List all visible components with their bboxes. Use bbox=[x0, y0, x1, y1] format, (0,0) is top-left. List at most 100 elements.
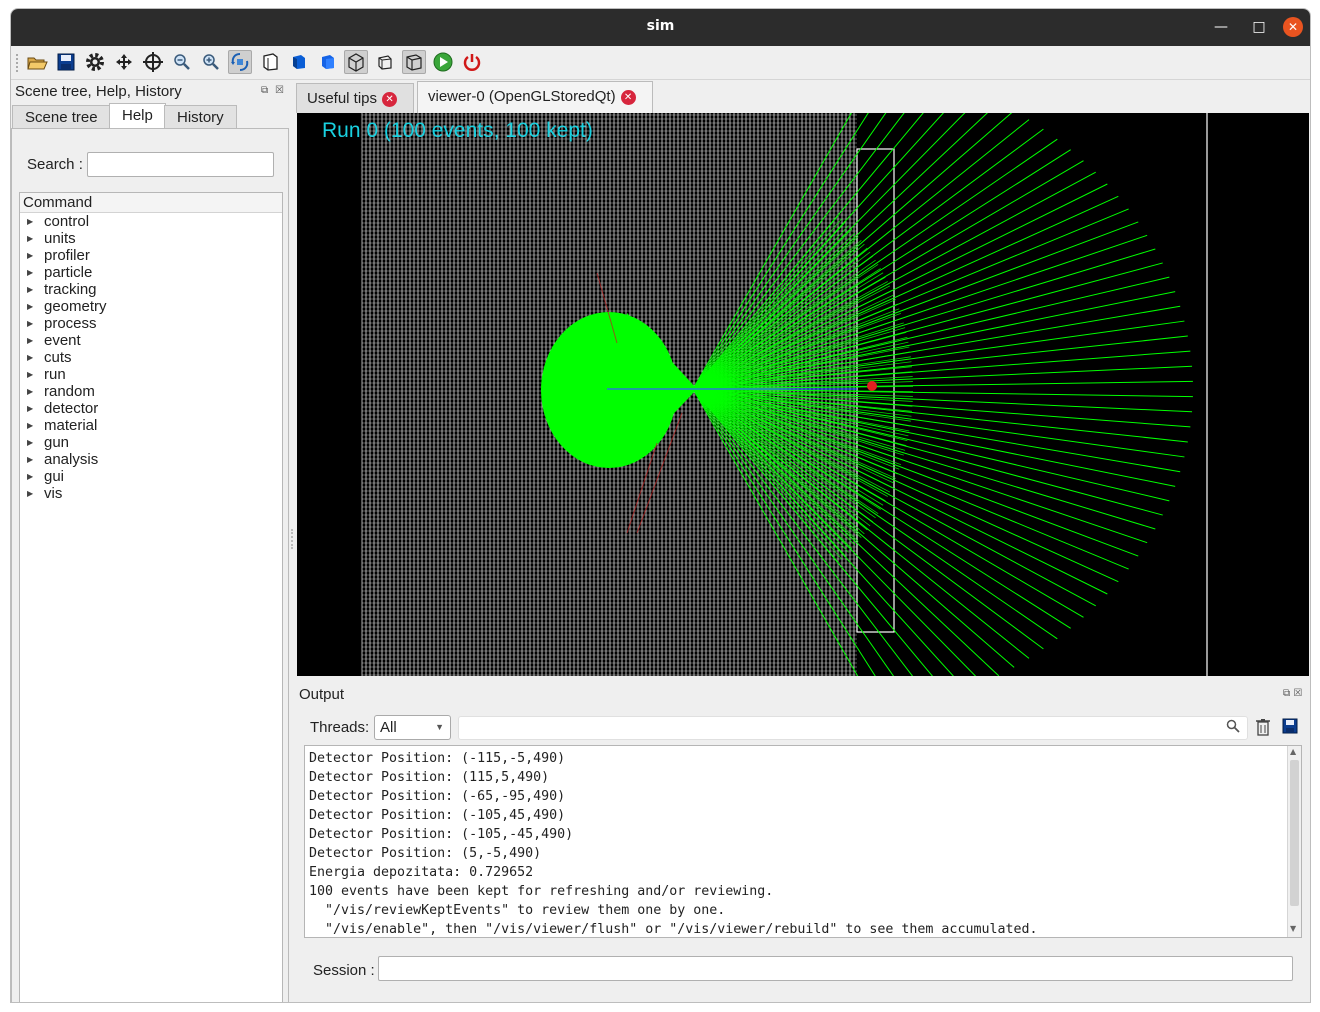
particle-track bbox=[692, 388, 1058, 640]
tree-item-label: geometry bbox=[44, 298, 107, 315]
scroll-thumb[interactable] bbox=[1290, 760, 1299, 906]
expand-arrow-icon[interactable]: ▶ bbox=[27, 400, 33, 417]
open-icon[interactable] bbox=[25, 50, 49, 74]
run-icon[interactable] bbox=[431, 50, 455, 74]
command-tree-header[interactable]: Command bbox=[20, 193, 282, 213]
tree-item-material[interactable]: ▶ material bbox=[20, 417, 282, 434]
maximize-button[interactable]: □ bbox=[1249, 17, 1269, 37]
session-input[interactable] bbox=[378, 956, 1293, 981]
expand-arrow-icon[interactable]: ▶ bbox=[27, 315, 33, 332]
move-icon[interactable] bbox=[112, 50, 136, 74]
tree-item-label: particle bbox=[44, 264, 93, 281]
tab-scene-tree[interactable]: Scene tree bbox=[12, 105, 111, 129]
save-output-icon[interactable] bbox=[1282, 718, 1298, 738]
expand-arrow-icon[interactable]: ▶ bbox=[27, 468, 33, 485]
save-icon[interactable] bbox=[54, 50, 78, 74]
tree-item-geometry[interactable]: ▶ geometry bbox=[20, 298, 282, 315]
close-window-button[interactable]: ✕ bbox=[1283, 17, 1303, 37]
threads-select[interactable]: All ▼ bbox=[374, 715, 451, 740]
tab-viewer-0[interactable]: viewer-0 (OpenGLStoredQt) ✕ bbox=[417, 81, 653, 113]
console-line: Detector Position: (-105,-45,490) bbox=[309, 827, 574, 842]
tab-help[interactable]: Help bbox=[109, 103, 166, 130]
wireframe-icon[interactable] bbox=[373, 50, 397, 74]
tree-item-vis[interactable]: ▶ vis bbox=[20, 485, 282, 502]
output-dock-buttons[interactable]: ⧉ ☒ bbox=[1283, 688, 1302, 699]
expand-arrow-icon[interactable]: ▶ bbox=[27, 417, 33, 434]
tree-item-random[interactable]: ▶ random bbox=[20, 383, 282, 400]
tree-item-event[interactable]: ▶ event bbox=[20, 332, 282, 349]
dock-float-icon[interactable]: ⧉ bbox=[261, 85, 268, 96]
perspective-icon[interactable] bbox=[344, 50, 368, 74]
console-line: 100 events have been kept for refreshing… bbox=[309, 884, 774, 899]
settings-icon[interactable] bbox=[83, 50, 107, 74]
particle-track bbox=[692, 388, 895, 676]
tab-useful-tips[interactable]: Useful tips ✕ bbox=[296, 83, 414, 113]
trash-icon[interactable] bbox=[1255, 718, 1271, 740]
search-label: Search : bbox=[27, 156, 83, 173]
tree-item-label: gun bbox=[44, 434, 70, 451]
dock-splitter[interactable] bbox=[291, 529, 294, 549]
console-line: Detector Position: (-115,-5,490) bbox=[309, 751, 566, 766]
expand-arrow-icon[interactable]: ▶ bbox=[27, 485, 33, 502]
expand-arrow-icon[interactable]: ▶ bbox=[27, 349, 33, 366]
tree-item-gun[interactable]: ▶ gun bbox=[20, 434, 282, 451]
particle-track bbox=[692, 138, 1058, 390]
console-scrollbar[interactable]: ▲ ▼ bbox=[1287, 746, 1301, 937]
tree-item-label: vis bbox=[44, 485, 63, 502]
tree-item-label: detector bbox=[44, 400, 99, 417]
dock-close-icon[interactable]: ☒ bbox=[275, 85, 284, 96]
scroll-down-icon[interactable]: ▼ bbox=[1290, 924, 1296, 933]
tree-item-process[interactable]: ▶ process bbox=[20, 315, 282, 332]
output-filter-input[interactable] bbox=[458, 716, 1248, 740]
close-tab-icon[interactable]: ✕ bbox=[620, 90, 636, 105]
tree-item-detector[interactable]: ▶ detector bbox=[20, 400, 282, 417]
ortho-icon[interactable] bbox=[402, 50, 426, 74]
tree-item-units[interactable]: ▶ units bbox=[20, 230, 282, 247]
left-tabs: Scene tree Help History bbox=[11, 103, 289, 130]
dock-title: Scene tree, Help, History bbox=[15, 83, 182, 100]
toolbar-grip[interactable] bbox=[16, 54, 20, 72]
expand-arrow-icon[interactable]: ▶ bbox=[27, 281, 33, 298]
expand-arrow-icon[interactable]: ▶ bbox=[27, 332, 33, 349]
expand-arrow-icon[interactable]: ▶ bbox=[27, 434, 33, 451]
tree-item-control[interactable]: ▶ control bbox=[20, 213, 282, 230]
expand-arrow-icon[interactable]: ▶ bbox=[27, 213, 33, 230]
tree-item-particle[interactable]: ▶ particle bbox=[20, 264, 282, 281]
exit-icon[interactable] bbox=[460, 50, 484, 74]
tree-item-cuts[interactable]: ▶ cuts bbox=[20, 349, 282, 366]
command-tree: Command ▶ control ▶ units ▶ profiler ▶ particle… bbox=[19, 192, 283, 1002]
tree-item-tracking[interactable]: ▶ tracking bbox=[20, 281, 282, 298]
search-input[interactable] bbox=[87, 152, 274, 177]
viewer-tabs: Useful tips ✕ viewer-0 (OpenGLStoredQt) ✕ bbox=[296, 81, 1310, 113]
command-list: ▶ control ▶ units ▶ profiler ▶ particle ▶ trackin… bbox=[20, 213, 282, 502]
minimize-button[interactable]: — bbox=[1211, 17, 1231, 37]
tree-item-run[interactable]: ▶ run bbox=[20, 366, 282, 383]
scroll-up-icon[interactable]: ▲ bbox=[1290, 747, 1296, 756]
tree-item-analysis[interactable]: ▶ analysis bbox=[20, 451, 282, 468]
tree-item-profiler[interactable]: ▶ profiler bbox=[20, 247, 282, 264]
console-line: Detector Position: (5,-5,490) bbox=[309, 846, 542, 861]
console-line: Energia depozitata: 0.729652 bbox=[309, 865, 534, 880]
zoom-out-icon[interactable] bbox=[170, 50, 194, 74]
output-console[interactable]: Detector Position: (-115,-5,490) Detector… bbox=[304, 745, 1302, 938]
rotate-icon[interactable] bbox=[228, 50, 252, 74]
close-tab-icon[interactable]: ✕ bbox=[382, 92, 398, 107]
expand-arrow-icon[interactable]: ▶ bbox=[27, 230, 33, 247]
solid-icon[interactable] bbox=[287, 50, 311, 74]
tree-item-gui[interactable]: ▶ gui bbox=[20, 468, 282, 485]
opengl-viewer[interactable]: Run 0 (100 events, 100 kept) bbox=[297, 113, 1309, 676]
tab-history[interactable]: History bbox=[164, 105, 237, 129]
threads-value: All bbox=[380, 719, 397, 736]
expand-arrow-icon[interactable]: ▶ bbox=[27, 383, 33, 400]
zoom-in-icon[interactable] bbox=[199, 50, 223, 74]
hidden-line-icon[interactable] bbox=[258, 50, 282, 74]
console-line: Detector Position: (-65,-95,490) bbox=[309, 789, 566, 804]
tab-useful-tips-label: Useful tips bbox=[307, 90, 378, 107]
expand-arrow-icon[interactable]: ▶ bbox=[27, 247, 33, 264]
surface-icon[interactable] bbox=[316, 50, 340, 74]
pick-icon[interactable] bbox=[141, 50, 165, 74]
expand-arrow-icon[interactable]: ▶ bbox=[27, 366, 33, 383]
expand-arrow-icon[interactable]: ▶ bbox=[27, 451, 33, 468]
expand-arrow-icon[interactable]: ▶ bbox=[27, 298, 33, 315]
expand-arrow-icon[interactable]: ▶ bbox=[27, 264, 33, 281]
